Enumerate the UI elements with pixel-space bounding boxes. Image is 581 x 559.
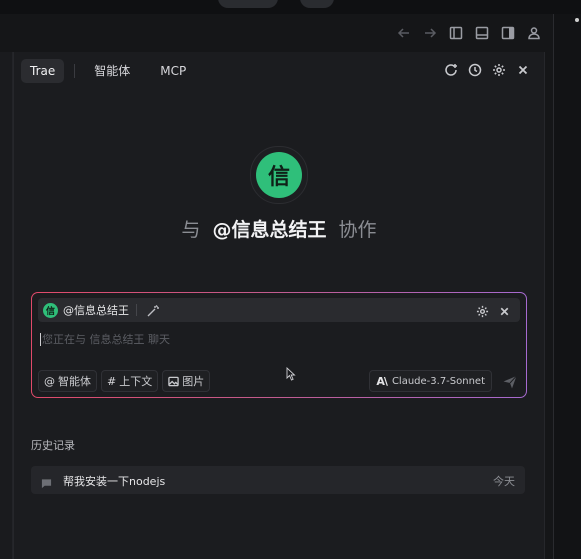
input-tool-chips: @ 智能体 # 上下文 图片 <box>38 370 211 392</box>
add-image-button[interactable]: 图片 <box>162 370 211 392</box>
agent-avatar: 信 <box>250 146 308 204</box>
remove-agent-icon[interactable] <box>498 303 512 317</box>
back-arrow-icon[interactable] <box>394 23 414 43</box>
selected-agent-bar: 信 @信息总结王 <box>38 298 520 322</box>
model-selector[interactable]: A\ Claude-3.7-Sonnet <box>369 370 492 392</box>
forward-arrow-icon[interactable] <box>420 23 440 43</box>
tab-trae[interactable]: Trae <box>21 59 65 83</box>
selected-agent-chip[interactable]: 信 @信息总结王 <box>43 302 129 318</box>
agent-avatar-char: 信 <box>256 152 302 198</box>
window-toolbar <box>394 22 544 44</box>
settings-gear-icon[interactable] <box>490 61 508 79</box>
panel-tabs: Trae 智能体 MCP <box>21 59 195 83</box>
chat-input-placeholder[interactable]: 您正在与 信息总结王 聊天 <box>40 333 170 346</box>
tab-separator <box>74 64 76 78</box>
history-clock-icon[interactable] <box>466 61 484 79</box>
chat-input-box[interactable]: 信 @信息总结王 您正在与 信息总结王 聊天 @ 智能体 # 上下文 图片 A\… <box>31 292 527 398</box>
agent-settings-icon[interactable] <box>476 303 490 318</box>
anthropic-logo-icon: A\ <box>376 374 387 388</box>
history-item-title: 帮我安装一下nodejs <box>63 475 166 488</box>
toggle-left-panel-icon[interactable] <box>446 23 466 43</box>
selected-agent-label: @信息总结王 <box>63 304 129 317</box>
chat-input-inner: 信 @信息总结王 您正在与 信息总结王 聊天 @ 智能体 # 上下文 图片 A\… <box>32 293 526 397</box>
image-icon <box>168 376 179 386</box>
agent-bar-separator <box>136 304 137 316</box>
new-chat-icon[interactable] <box>442 61 460 79</box>
notification-dot <box>575 18 579 22</box>
account-icon[interactable] <box>524 23 544 43</box>
agent-mini-avatar: 信 <box>43 302 58 318</box>
hash-icon: # <box>107 374 117 388</box>
panel-actions <box>442 61 532 79</box>
history-item-time: 今天 <box>493 475 515 488</box>
hero-prefix: 与 <box>181 219 201 241</box>
toggle-bottom-panel-icon[interactable] <box>472 23 492 43</box>
window-top-strip <box>0 0 581 14</box>
at-icon: @ <box>44 374 55 388</box>
history-section-label: 历史记录 <box>31 439 75 452</box>
ai-chat-panel: Trae 智能体 MCP 信 与 @信息总结王 协作 信 @信息总结王 您正在与… <box>13 52 545 559</box>
add-context-button[interactable]: # 上下文 <box>101 370 159 392</box>
mention-agent-button[interactable]: @ 智能体 <box>38 370 97 392</box>
hero-agent-name: @信息总结王 <box>212 219 327 241</box>
tab-pill <box>218 0 278 8</box>
history-list-item[interactable]: 帮我安装一下nodejs 今天 <box>31 466 525 494</box>
chip-label: 上下文 <box>119 375 153 388</box>
send-icon[interactable] <box>502 374 518 390</box>
close-panel-icon[interactable] <box>514 61 532 79</box>
tab-agents[interactable]: 智能体 <box>85 59 139 83</box>
chip-label: 智能体 <box>58 375 91 388</box>
tab-mcp[interactable]: MCP <box>151 59 195 83</box>
chip-label: 图片 <box>182 375 205 388</box>
toggle-right-panel-icon[interactable] <box>498 23 518 43</box>
hero-suffix: 协作 <box>338 219 377 241</box>
model-name: Claude-3.7-Sonnet <box>391 375 485 387</box>
left-sidebar-edge <box>0 52 13 559</box>
tab-pill <box>300 0 334 8</box>
chat-bubble-icon <box>41 474 53 489</box>
right-window-edge <box>553 14 581 559</box>
magic-wand-icon[interactable] <box>146 303 160 317</box>
mouse-cursor-icon <box>286 367 296 381</box>
hero-title: 与 @信息总结王 协作 <box>14 215 544 242</box>
